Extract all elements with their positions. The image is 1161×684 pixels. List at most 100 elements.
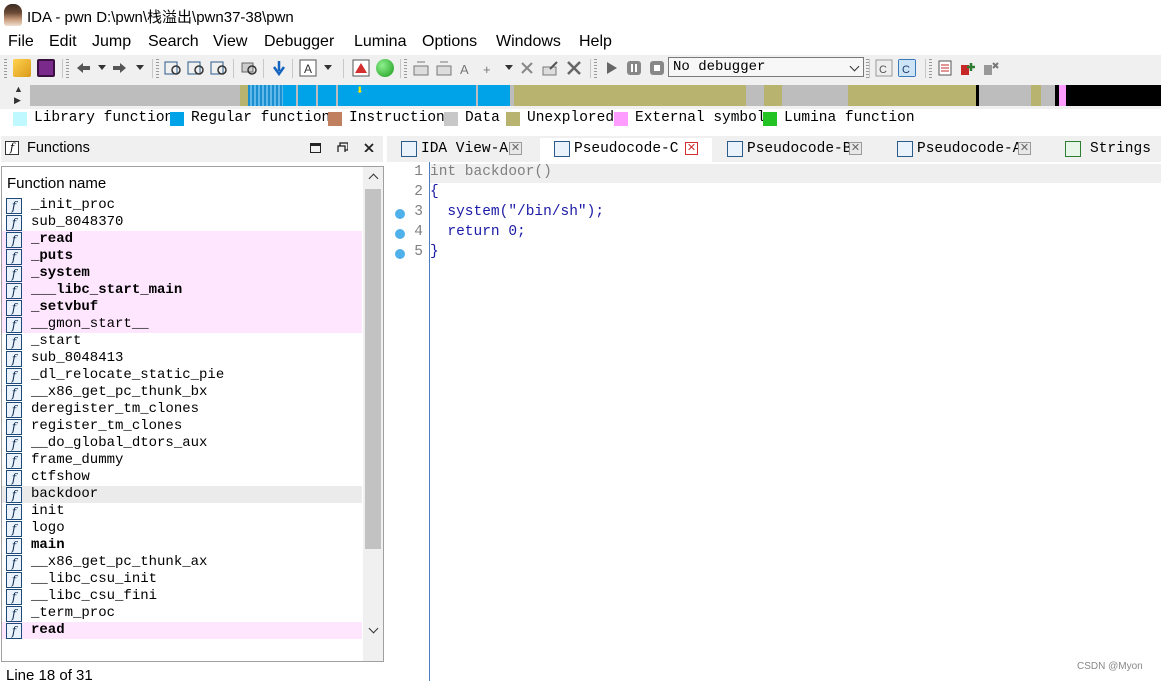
function-row[interactable]: f _system: [2, 265, 362, 282]
menu-view[interactable]: View: [213, 33, 247, 51]
function-row[interactable]: f __libc_csu_fini: [2, 588, 362, 605]
text-mode-icon[interactable]: A: [299, 59, 317, 77]
pause-icon[interactable]: [625, 59, 643, 77]
menu-jump[interactable]: Jump: [92, 33, 131, 51]
function-row[interactable]: f read: [2, 622, 362, 639]
function-row[interactable]: f _setvbuf: [2, 299, 362, 316]
function-row[interactable]: f __libc_csu_init: [2, 571, 362, 588]
tab-pseudocode-a[interactable]: Pseudocode-A ✕: [883, 138, 1049, 162]
tab-ida-view-a[interactable]: IDA View-A ✕: [387, 138, 537, 162]
chevron-down-icon[interactable]: [505, 65, 513, 70]
close-x-icon[interactable]: [565, 59, 583, 77]
menu-windows[interactable]: Windows: [496, 33, 561, 51]
chevron-down-icon[interactable]: [136, 65, 144, 70]
functions-panel-header[interactable]: f Functions: [1, 136, 383, 162]
close-icon[interactable]: [363, 142, 374, 152]
tab-close-icon[interactable]: ✕: [685, 142, 698, 155]
make-array-icon[interactable]: +: [481, 59, 499, 77]
rename-icon[interactable]: [541, 59, 559, 77]
green-circle-icon[interactable]: [376, 59, 394, 77]
toolbar-grip[interactable]: [594, 59, 597, 78]
debugger-select[interactable]: No debugger: [668, 57, 864, 77]
code-line[interactable]: }: [430, 244, 439, 260]
menu-file[interactable]: File: [8, 33, 34, 51]
undefine-icon[interactable]: [518, 59, 536, 77]
code-line[interactable]: {: [430, 184, 439, 200]
make-code-icon[interactable]: [412, 59, 430, 77]
play-icon[interactable]: [602, 59, 620, 77]
tab-pseudocode-c[interactable]: Pseudocode-C ✕: [540, 138, 712, 162]
warning-icon[interactable]: [352, 59, 370, 77]
breakpoint-dot-icon[interactable]: [395, 229, 405, 239]
toolbar-grip[interactable]: [929, 59, 932, 78]
chevron-down-icon[interactable]: [368, 623, 379, 634]
maximize-icon[interactable]: [310, 143, 321, 153]
toolbar-grip[interactable]: [156, 59, 159, 78]
toolbar-grip[interactable]: [66, 59, 69, 78]
function-row[interactable]: f ctfshow: [2, 469, 362, 486]
menu-help[interactable]: Help: [579, 33, 612, 51]
menu-edit[interactable]: Edit: [49, 33, 77, 51]
chevron-up-icon[interactable]: [368, 173, 379, 184]
decompile-icon[interactable]: C: [875, 59, 893, 77]
chevron-down-icon[interactable]: [324, 65, 332, 70]
navigation-bar[interactable]: ⬇: [30, 85, 1161, 106]
function-row[interactable]: f _puts: [2, 248, 362, 265]
search-binary-icon[interactable]: [164, 59, 182, 77]
function-row[interactable]: f sub_8048413: [2, 350, 362, 367]
tab-close-icon[interactable]: ✕: [849, 142, 862, 155]
pseudocode-view[interactable]: 1 2 3 4 5 int backdoor() { system("/bin/sh");…: [387, 162, 1161, 681]
function-row[interactable]: f _term_proc: [2, 605, 362, 622]
code-line[interactable]: int backdoor(): [430, 164, 552, 180]
menu-search[interactable]: Search: [148, 33, 199, 51]
function-row[interactable]: f logo: [2, 520, 362, 537]
function-row[interactable]: f _start: [2, 333, 362, 350]
function-row[interactable]: f __x86_get_pc_thunk_ax: [2, 554, 362, 571]
jump-down-arrow-icon[interactable]: [270, 59, 288, 77]
function-row[interactable]: f __do_global_dtors_aux: [2, 435, 362, 452]
nav-band-scroll-arrows[interactable]: ▲ ▶: [14, 84, 23, 106]
pseudocode-active-icon[interactable]: C: [898, 59, 916, 77]
search-text-icon[interactable]: [187, 59, 205, 77]
search-immediate-icon[interactable]: [210, 59, 228, 77]
toolbar-grip[interactable]: [404, 59, 407, 78]
back-arrow-icon[interactable]: [74, 59, 92, 77]
stop-icon[interactable]: [648, 59, 666, 77]
function-row[interactable]: f ___libc_start_main: [2, 282, 362, 299]
vertical-scrollbar[interactable]: [363, 167, 383, 661]
search-sequence-icon[interactable]: [240, 59, 258, 77]
tab-close-icon[interactable]: ✕: [509, 142, 522, 155]
menu-lumina[interactable]: Lumina: [354, 33, 406, 51]
vertical-scroll-thumb[interactable]: [365, 189, 381, 549]
chevron-down-icon[interactable]: [98, 65, 106, 70]
code-line[interactable]: return 0;: [430, 224, 525, 240]
function-row[interactable]: f init: [2, 503, 362, 520]
breakpoint-dot-icon[interactable]: [395, 209, 405, 219]
function-row[interactable]: f __gmon_start__: [2, 316, 362, 333]
forward-arrow-icon[interactable]: [111, 59, 129, 77]
tab-pseudocode-b[interactable]: Pseudocode-B ✕: [713, 138, 879, 162]
toolbar-grip[interactable]: [866, 59, 869, 78]
function-row[interactable]: f frame_dummy: [2, 452, 362, 469]
function-row[interactable]: f __x86_get_pc_thunk_bx: [2, 384, 362, 401]
tab-close-icon[interactable]: ✕: [1018, 142, 1031, 155]
segments-icon[interactable]: [937, 59, 955, 77]
function-row[interactable]: f backdoor: [2, 486, 362, 503]
save-icon[interactable]: [37, 59, 55, 77]
function-row[interactable]: f sub_8048370: [2, 214, 362, 231]
function-row[interactable]: f main: [2, 537, 362, 554]
functions-list[interactable]: Function name f _init_proc f sub_8048370 f _r…: [1, 166, 384, 662]
breakpoint-dot-icon[interactable]: [395, 249, 405, 259]
function-row[interactable]: f _init_proc: [2, 197, 362, 214]
function-row[interactable]: f _dl_relocate_static_pie: [2, 367, 362, 384]
float-window-icon[interactable]: [337, 142, 348, 152]
code-line[interactable]: system("/bin/sh");: [430, 204, 604, 220]
plugin-add-icon[interactable]: [959, 59, 977, 77]
open-folder-icon[interactable]: [13, 59, 31, 77]
function-row[interactable]: f _read: [2, 231, 362, 248]
column-header-function-name[interactable]: Function name: [7, 175, 106, 192]
tab-strings[interactable]: Strings: [1051, 138, 1161, 162]
menu-options[interactable]: Options: [422, 33, 477, 51]
make-data-icon[interactable]: [435, 59, 453, 77]
make-ascii-icon[interactable]: A: [458, 59, 476, 77]
